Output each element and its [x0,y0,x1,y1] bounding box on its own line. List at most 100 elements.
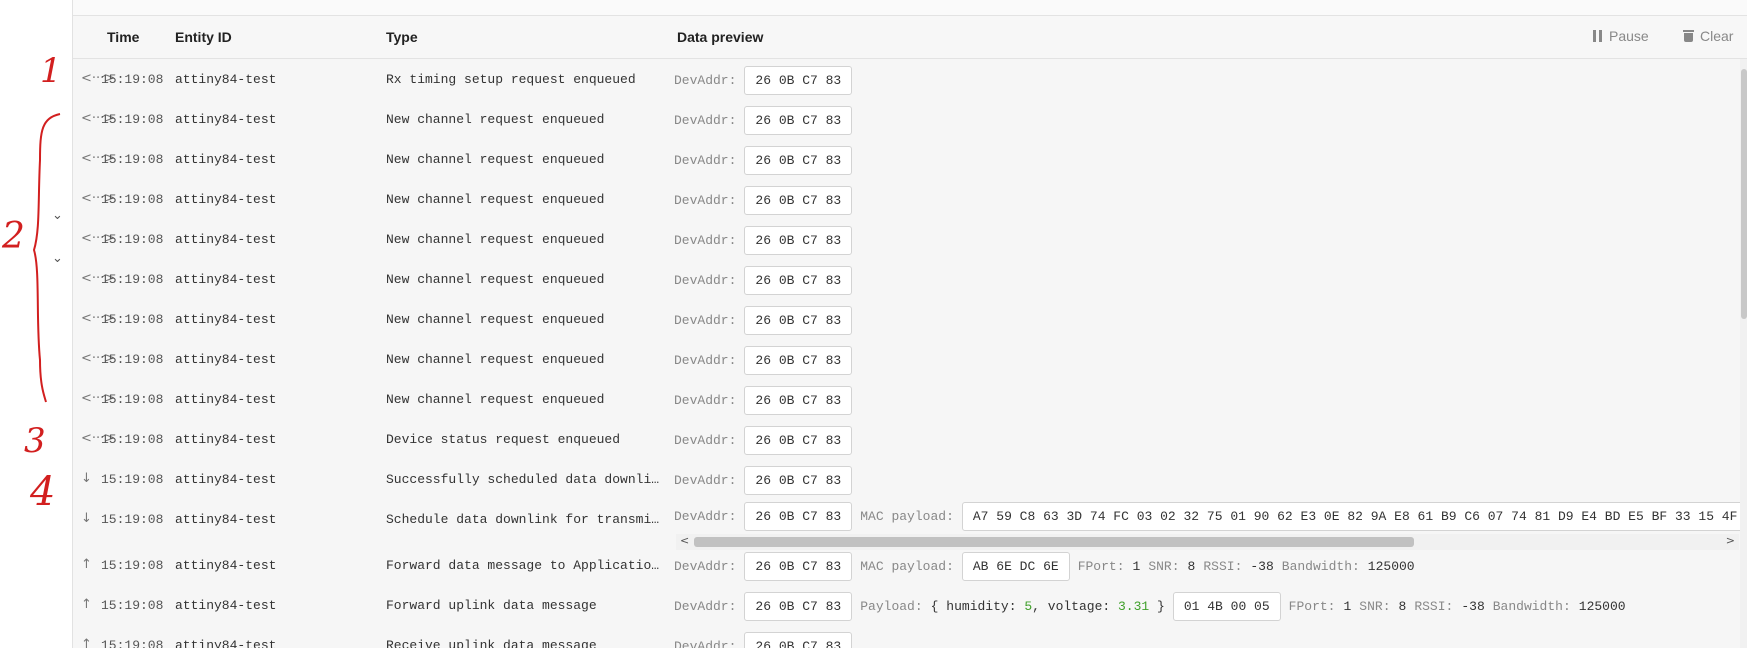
table-row[interactable]: <···> 15:19:08 attiny84-test Device stat… [73,419,1747,459]
table-row[interactable]: <···> 15:19:08 attiny84-test New channel… [73,139,1747,179]
devaddr-value[interactable]: 26 0B C7 83 [744,426,853,455]
table-row[interactable]: ↑ 15:19:08 attiny84-test Receive uplink … [73,625,1747,648]
fport-label: FPort: [1077,559,1125,574]
brace-open: { [930,599,939,614]
row-entity: attiny84-test [175,272,277,287]
devaddr-value[interactable]: 26 0B C7 83 [744,266,853,295]
chevron-down-icon[interactable]: ⌄ [52,251,63,266]
mac-payload-label: MAC payload: [860,559,954,574]
bandwidth-value: 125000 [1578,599,1626,614]
devaddr-value[interactable]: 26 0B C7 83 [744,592,853,621]
chevron-down-icon[interactable]: ⌄ [52,208,63,223]
horizontal-scroll-thumb[interactable] [694,537,1414,547]
devaddr-value[interactable]: 26 0B C7 83 [744,306,853,335]
vertical-scroll-thumb[interactable] [1741,69,1747,319]
devaddr-value[interactable]: 26 0B C7 83 [744,386,853,415]
table-row[interactable]: <···> 15:19:08 attiny84-test New channel… [73,219,1747,259]
row-type: Device status request enqueued [386,432,621,447]
devaddr-value[interactable]: 26 0B C7 83 [744,632,853,648]
handwritten-annotations: 1 2 3 4 [1,51,62,515]
row-type: Forward data message to Application S… [386,558,666,573]
row-time: 15:19:08 [101,558,164,573]
row-preview: DevAddr: 26 0B C7 83 [674,66,853,95]
devaddr-label: DevAddr: [674,473,737,488]
devaddr-label: DevAddr: [674,599,737,614]
payload-value-humidity: 5 [1024,599,1033,614]
uplink-arrow-icon: ↑ [81,597,92,612]
row-type: Successfully scheduled data downlink … [386,472,666,487]
row-time: 15:19:08 [101,232,164,247]
devaddr-value[interactable]: 26 0B C7 83 [744,106,853,135]
devaddr-label: DevAddr: [674,193,737,208]
table-row[interactable]: <···> 15:19:08 attiny84-test New channel… [73,179,1747,219]
row-time: 15:19:08 [101,272,164,287]
row-entity: attiny84-test [175,72,277,87]
row-preview: DevAddr: 26 0B C7 83 [674,146,853,175]
table-row[interactable]: <···> 15:19:08 attiny84-test New channel… [73,99,1747,139]
row-time: 15:19:08 [101,192,164,207]
fport-value: 1 [1132,559,1141,574]
table-row[interactable]: <···> 15:19:08 attiny84-test Rx timing s… [73,59,1747,99]
row-time: 15:19:08 [101,352,164,367]
bandwidth-label: Bandwidth: [1492,599,1571,614]
devaddr-value[interactable]: 26 0B C7 83 [744,66,853,95]
decoded-payload: { humidity: 5, voltage: 3.31 } [931,599,1165,614]
row-type: New channel request enqueued [386,232,605,247]
devaddr-label: DevAddr: [674,113,737,128]
bandwidth-value: 125000 [1367,559,1415,574]
row-preview: DevAddr: 26 0B C7 83 Payload: { humidity… [674,592,1626,621]
devaddr-value[interactable]: 26 0B C7 83 [744,186,853,215]
table-row[interactable]: <···> 15:19:08 attiny84-test New channel… [73,339,1747,379]
devaddr-value[interactable]: 26 0B C7 83 [744,552,853,581]
devaddr-value[interactable]: 26 0B C7 83 [744,346,853,375]
column-header-preview: Data preview [677,29,764,45]
row-time: 15:19:08 [101,432,164,447]
row-preview: DevAddr: 26 0B C7 83 [674,106,853,135]
scroll-right-icon[interactable]: > [1726,534,1735,547]
table-row[interactable]: <···> 15:19:08 attiny84-test New channel… [73,259,1747,299]
table-header: Time Entity ID Type Data preview Pause C… [73,16,1747,59]
table-row[interactable]: ↑ 15:19:08 attiny84-test Forward uplink … [73,585,1747,625]
clear-button[interactable]: Clear [1683,28,1733,44]
row-type: Receive uplink data message [386,638,597,648]
vertical-scrollbar[interactable] [1740,59,1747,648]
column-header-time: Time [107,29,140,45]
row-entity: attiny84-test [175,432,277,447]
mac-payload-value[interactable]: AB 6E DC 6E [961,552,1070,581]
devaddr-value[interactable]: 26 0B C7 83 [744,466,853,495]
table-row[interactable]: <···> 15:19:08 attiny84-test New channel… [73,379,1747,419]
snr-label: SNR: [1148,559,1180,574]
payload-label: Payload: [860,599,923,614]
payload-key-voltage: voltage: [1047,599,1111,614]
row-time: 15:19:08 [101,512,164,527]
mac-payload-label: MAC payload: [860,509,954,524]
table-row[interactable]: <···> 15:19:08 attiny84-test New channel… [73,299,1747,339]
payload-separator: , [1032,599,1040,614]
devaddr-value[interactable]: 26 0B C7 83 [744,502,853,531]
fport-value: 1 [1343,599,1352,614]
table-row[interactable]: ↓ 15:19:08 attiny84-test Successfully sc… [73,459,1747,499]
row-entity: attiny84-test [175,472,277,487]
row-preview: DevAddr: 26 0B C7 83 [674,632,853,648]
devaddr-value[interactable]: 26 0B C7 83 [744,226,853,255]
row-preview: DevAddr: 26 0B C7 83 [674,306,853,335]
scroll-left-icon[interactable]: < [680,534,689,547]
uplink-arrow-icon: ↑ [81,557,92,572]
row-time: 15:19:08 [101,472,164,487]
raw-payload-value[interactable]: 01 4B 00 05 [1172,592,1281,621]
horizontal-scrollbar[interactable]: < > [676,534,1739,550]
devaddr-value[interactable]: 26 0B C7 83 [744,146,853,175]
row-entity: attiny84-test [175,598,277,613]
row-type: New channel request enqueued [386,152,605,167]
row-entity: attiny84-test [175,192,277,207]
row-entity: attiny84-test [175,312,277,327]
row-preview: DevAddr: 26 0B C7 83 [674,346,853,375]
row-preview: DevAddr: 26 0B C7 83 [674,226,853,255]
table-row[interactable]: ↑ 15:19:08 attiny84-test Forward data me… [73,545,1747,585]
row-type: New channel request enqueued [386,272,605,287]
devaddr-label: DevAddr: [674,233,737,248]
mac-payload-value[interactable]: A7 59 C8 63 3D 74 FC 03 02 32 75 01 90 6… [961,502,1747,531]
pause-button[interactable]: Pause [1593,28,1649,44]
event-list: <···> 15:19:08 attiny84-test Rx timing s… [73,59,1747,648]
payload-key-humidity: humidity: [946,599,1017,614]
